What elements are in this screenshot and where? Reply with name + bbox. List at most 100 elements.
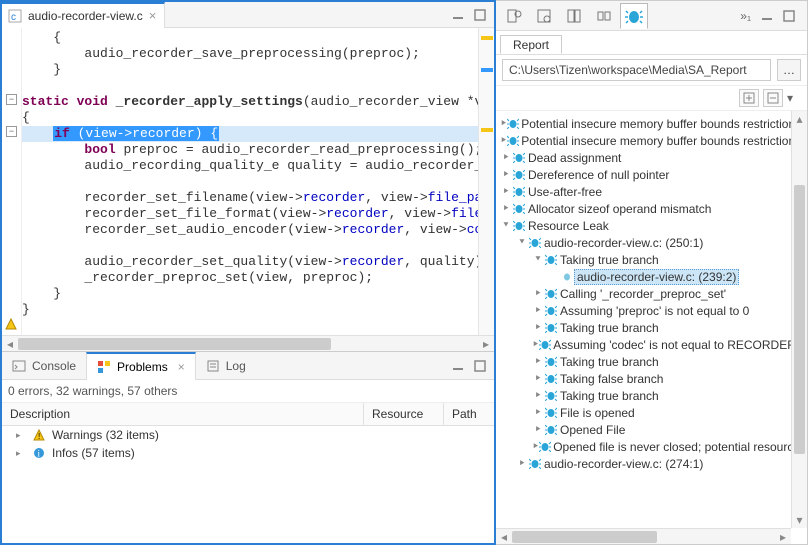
problems-group[interactable]: ▸!Warnings (32 items) (2, 426, 494, 444)
col-path[interactable]: Path (444, 403, 494, 425)
close-icon[interactable]: × (178, 360, 185, 374)
info-icon: i (32, 446, 46, 460)
editor-hscrollbar[interactable]: ◂ ▸ (2, 335, 494, 351)
collapse-all-button[interactable] (763, 89, 783, 107)
svg-text:c: c (11, 12, 16, 23)
tree-item[interactable]: ⯈Allocator sizeof operand mismatch (496, 200, 791, 217)
toolbar-btn-3[interactable] (560, 3, 588, 29)
tree-item[interactable]: ⯈Calling '_recorder_preproc_set' (496, 285, 791, 302)
tree-twisty-icon[interactable]: ⯆ (532, 254, 544, 265)
tree-item[interactable]: ⯆audio-recorder-view.c: (250:1) (496, 234, 791, 251)
tree-twisty-icon[interactable]: ⯈ (532, 424, 544, 435)
overflow-indicator[interactable]: »₁ (734, 9, 757, 23)
bug-icon (512, 186, 526, 198)
bug-icon (544, 424, 558, 436)
tree-twisty-icon[interactable]: ⯈ (516, 458, 528, 469)
tree-item[interactable]: ⯆Resource Leak (496, 217, 791, 234)
problems-list[interactable]: ▸!Warnings (32 items)▸iInfos (57 items) (2, 426, 494, 543)
tree-twisty-icon[interactable]: ⯈ (532, 322, 544, 333)
tree-vscrollbar[interactable]: ▴ ▾ (791, 111, 807, 528)
browse-button[interactable]: … (777, 59, 801, 81)
tree-twisty-icon[interactable]: ⯈ (500, 135, 507, 146)
tab-log[interactable]: Log (196, 352, 256, 380)
overview-ruler[interactable] (478, 28, 494, 335)
bug-icon (512, 152, 526, 164)
tree-twisty-icon[interactable]: ⯈ (500, 169, 512, 180)
maximize-icon[interactable] (472, 358, 488, 374)
col-resource[interactable]: Resource (364, 403, 444, 425)
scroll-up-icon[interactable]: ▴ (792, 111, 807, 127)
tab-console[interactable]: Console (2, 352, 86, 380)
report-tree[interactable]: ⯈Potential insecure memory buffer bounds… (496, 111, 791, 528)
problems-group[interactable]: ▸iInfos (57 items) (2, 444, 494, 462)
tree-twisty-icon[interactable]: ⯈ (500, 186, 512, 197)
scroll-left-icon[interactable]: ◂ (2, 337, 18, 351)
tree-twisty-icon[interactable]: ⯈ (500, 118, 507, 129)
tree-item[interactable]: ⯈Taking true branch (496, 387, 791, 404)
tree-twisty-icon[interactable]: ⯈ (532, 441, 539, 452)
tree-item[interactable]: ⯈File is opened (496, 404, 791, 421)
c-file-icon: c (8, 9, 22, 23)
scroll-right-icon[interactable]: ▸ (775, 530, 791, 544)
warning-icon: ! (32, 428, 46, 442)
tree-twisty-icon[interactable]: ⯈ (532, 390, 544, 401)
bug-icon (560, 271, 574, 283)
tree-twisty-icon[interactable]: ⯈ (532, 288, 544, 299)
tab-problems[interactable]: Problems × (86, 352, 196, 380)
minimize-icon[interactable] (450, 7, 466, 23)
console-icon (12, 359, 26, 373)
tree-hscrollbar[interactable]: ◂ ▸ (496, 528, 791, 544)
tree-twisty-icon[interactable]: ⯈ (500, 203, 512, 214)
fold-minus-icon[interactable]: − (6, 94, 17, 105)
tree-item[interactable]: ⯈Assuming 'preproc' is not equal to 0 (496, 302, 791, 319)
scroll-left-icon[interactable]: ◂ (496, 530, 512, 544)
tree-twisty-icon[interactable]: ⯈ (532, 373, 544, 384)
tree-twisty-icon[interactable]: ⯈ (532, 339, 539, 350)
tree-twisty-icon[interactable]: ⯆ (500, 220, 512, 231)
toolbar-btn-2[interactable] (530, 3, 558, 29)
scroll-right-icon[interactable]: ▸ (478, 337, 494, 351)
tree-item[interactable]: ⯈Potential insecure memory buffer bounds… (496, 115, 791, 132)
col-description[interactable]: Description (2, 403, 364, 425)
maximize-icon[interactable] (781, 8, 797, 24)
tree-item[interactable]: ⯈Opened file is never closed; potential … (496, 438, 791, 455)
tree-twisty-icon[interactable]: ⯈ (532, 305, 544, 316)
bug-icon (512, 169, 526, 181)
toolbar-btn-1[interactable] (500, 3, 528, 29)
bug-report-button[interactable] (620, 3, 648, 29)
tree-item[interactable]: ⯆Taking true branch (496, 251, 791, 268)
tree-item[interactable]: ⯈Taking true branch (496, 319, 791, 336)
bug-icon (507, 118, 519, 130)
code-editor[interactable]: { audio_recorder_save_preprocessing(prep… (22, 28, 478, 335)
tree-item[interactable]: audio-recorder-view.c: (239:2) (496, 268, 791, 285)
minimize-icon[interactable] (450, 358, 466, 374)
view-menu-icon[interactable]: ▾ (787, 91, 801, 105)
fold-minus-icon[interactable]: − (6, 126, 17, 137)
scroll-down-icon[interactable]: ▾ (792, 512, 807, 528)
tree-item[interactable]: ⯈Opened File (496, 421, 791, 438)
tree-item[interactable]: ⯈Dereference of null pointer (496, 166, 791, 183)
tree-item[interactable]: ⯈Dead assignment (496, 149, 791, 166)
editor-tab[interactable]: c audio-recorder-view.c × (2, 2, 165, 28)
bug-icon (528, 237, 542, 249)
tree-twisty-icon[interactable]: ⯈ (532, 356, 544, 367)
expand-all-button[interactable] (739, 89, 759, 107)
bug-icon (544, 305, 558, 317)
close-icon[interactable]: × (149, 8, 157, 23)
tree-item[interactable]: ⯈Taking true branch (496, 353, 791, 370)
tree-twisty-icon[interactable]: ⯈ (500, 152, 512, 163)
report-path-input[interactable] (502, 59, 771, 81)
tree-item[interactable]: ⯈audio-recorder-view.c: (274:1) (496, 455, 791, 472)
minimize-icon[interactable] (759, 8, 775, 24)
tree-item[interactable]: ⯈Assuming 'codec' is not equal to RECORD… (496, 336, 791, 353)
bug-icon (544, 254, 558, 266)
tree-item[interactable]: ⯈Use-after-free (496, 183, 791, 200)
toolbar-btn-4[interactable] (590, 3, 618, 29)
tree-item[interactable]: ⯈Potential insecure memory buffer bounds… (496, 132, 791, 149)
report-tab[interactable]: Report (500, 35, 562, 54)
bug-icon (512, 203, 526, 215)
tree-item[interactable]: ⯈Taking false branch (496, 370, 791, 387)
maximize-icon[interactable] (472, 7, 488, 23)
tree-twisty-icon[interactable]: ⯆ (516, 237, 528, 248)
tree-twisty-icon[interactable]: ⯈ (532, 407, 544, 418)
